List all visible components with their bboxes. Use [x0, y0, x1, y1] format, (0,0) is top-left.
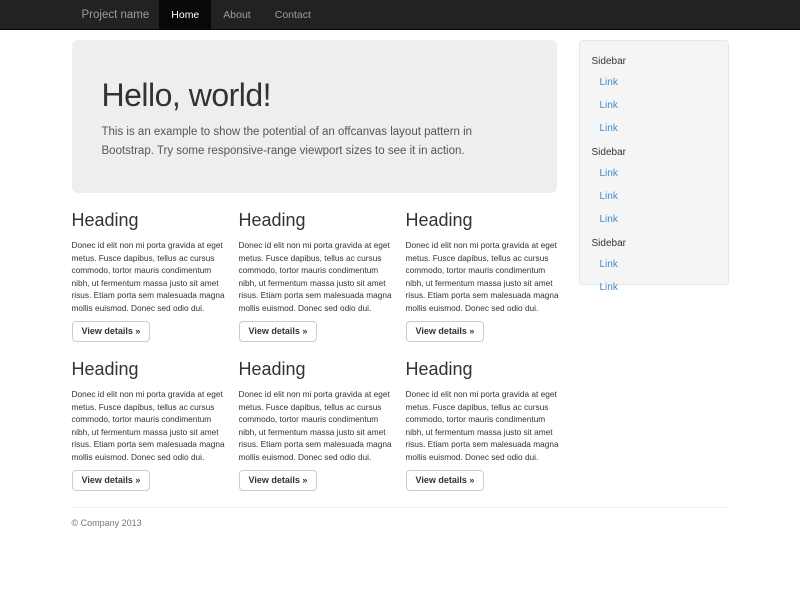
- navbar-menu: Home About Contact: [159, 0, 323, 29]
- sidebar: Sidebar Link Link Link Sidebar Link Link…: [579, 40, 729, 285]
- sidebar-link[interactable]: Link: [600, 120, 716, 138]
- sidebar-group: Sidebar Link Link Link: [592, 146, 716, 229]
- sidebar-link[interactable]: Link: [600, 188, 716, 206]
- nav-item-contact[interactable]: Contact: [263, 0, 323, 29]
- footer: © Company 2013: [72, 518, 729, 528]
- sidebar-group: Sidebar Link Link: [592, 237, 716, 297]
- content-column: Heading Donec id elit non mi porta gravi…: [72, 342, 231, 491]
- sidebar-link[interactable]: Link: [600, 279, 716, 297]
- sidebar-group-label: Sidebar: [592, 237, 716, 251]
- jumbotron: Hello, world! This is an example to show…: [72, 40, 557, 193]
- column-body-text: Donec id elit non mi porta gravida at eg…: [72, 239, 231, 314]
- content-column: Heading Donec id elit non mi porta gravi…: [72, 193, 231, 342]
- sidebar-link[interactable]: Link: [600, 74, 716, 92]
- column-body-text: Donec id elit non mi porta gravida at eg…: [406, 239, 565, 314]
- column-body-text: Donec id elit non mi porta gravida at eg…: [239, 388, 398, 463]
- sidebar-link[interactable]: Link: [600, 211, 716, 229]
- jumbotron-title: Hello, world!: [102, 78, 527, 112]
- column-heading: Heading: [406, 357, 565, 381]
- content-columns-grid: Heading Donec id elit non mi porta gravi…: [72, 193, 566, 491]
- column-heading: Heading: [239, 357, 398, 381]
- content-column: Heading Donec id elit non mi porta gravi…: [406, 193, 565, 342]
- sidebar-group-label: Sidebar: [592, 55, 716, 69]
- navbar-inner: Project name Home About Contact: [72, 0, 729, 29]
- column-heading: Heading: [406, 208, 565, 232]
- view-details-button[interactable]: View details »: [72, 321, 151, 342]
- nav-item-home[interactable]: Home: [159, 0, 211, 29]
- view-details-button[interactable]: View details »: [406, 321, 485, 342]
- navbar-brand[interactable]: Project name: [72, 0, 160, 29]
- column-heading: Heading: [72, 208, 231, 232]
- nav-item-about[interactable]: About: [211, 0, 262, 29]
- column-heading: Heading: [239, 208, 398, 232]
- content-row: Hello, world! This is an example to show…: [72, 40, 729, 491]
- content-column: Heading Donec id elit non mi porta gravi…: [239, 342, 398, 491]
- view-details-button[interactable]: View details »: [406, 470, 485, 491]
- sidebar-group-label: Sidebar: [592, 146, 716, 160]
- view-details-button[interactable]: View details »: [72, 470, 151, 491]
- sidebar-link[interactable]: Link: [600, 97, 716, 115]
- sidebar-link[interactable]: Link: [600, 256, 716, 274]
- page-container: Hello, world! This is an example to show…: [72, 40, 729, 528]
- main-column: Hello, world! This is an example to show…: [72, 40, 557, 491]
- sidebar-link[interactable]: Link: [600, 165, 716, 183]
- copyright-text: © Company 2013: [72, 518, 729, 528]
- jumbotron-description: This is an example to show the potential…: [102, 123, 527, 160]
- column-body-text: Donec id elit non mi porta gravida at eg…: [72, 388, 231, 463]
- column-heading: Heading: [72, 357, 231, 381]
- footer-divider: [72, 507, 729, 508]
- content-column: Heading Donec id elit non mi porta gravi…: [239, 193, 398, 342]
- navbar: Project name Home About Contact: [0, 0, 800, 30]
- sidebar-group: Sidebar Link Link Link: [592, 55, 716, 138]
- view-details-button[interactable]: View details »: [239, 470, 318, 491]
- column-body-text: Donec id elit non mi porta gravida at eg…: [239, 239, 398, 314]
- content-column: Heading Donec id elit non mi porta gravi…: [406, 342, 565, 491]
- column-body-text: Donec id elit non mi porta gravida at eg…: [406, 388, 565, 463]
- view-details-button[interactable]: View details »: [239, 321, 318, 342]
